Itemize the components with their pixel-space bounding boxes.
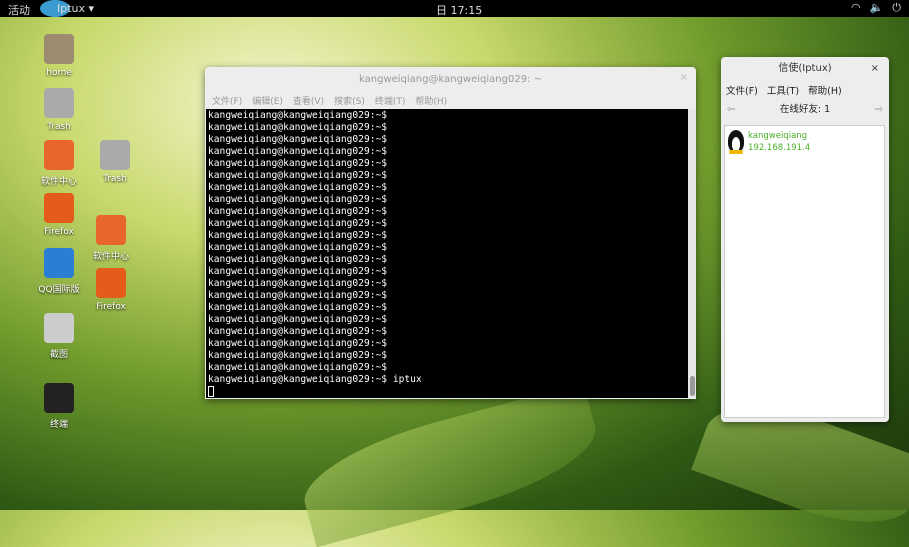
- desktop-icon[interactable]: 软件中心: [29, 140, 89, 187]
- peer-ip: 192.168.191.4: [748, 143, 811, 153]
- terminal-line: kangweiqiang@kangweiqiang029:~$: [208, 218, 388, 229]
- penguin-icon: [728, 130, 744, 154]
- desktop-icon-label: Trash: [47, 122, 71, 132]
- desktop-icon[interactable]: Trash: [85, 140, 145, 184]
- terminal-line: kangweiqiang@kangweiqiang029:~$: [208, 170, 388, 181]
- scrollbar[interactable]: [688, 109, 696, 398]
- power-icon[interactable]: ⏻: [892, 1, 901, 15]
- desktop-icon[interactable]: Trash: [29, 88, 89, 132]
- clock[interactable]: 日 17:15: [436, 2, 482, 18]
- desktop-icon[interactable]: 软件中心: [81, 215, 141, 262]
- terminal-line: kangweiqiang@kangweiqiang029:~$ iptux: [208, 374, 422, 385]
- terminal-window: kangweiqiang@kangweiqiang029: ~ × 文件(F) 编…: [205, 67, 696, 399]
- app-menu[interactable]: Iptux ▾: [57, 2, 94, 15]
- desktop-icon[interactable]: Firefox: [29, 193, 89, 237]
- desktop-icon-label: Firefox: [44, 227, 74, 237]
- terminal-line: kangweiqiang@kangweiqiang029:~$: [208, 266, 388, 277]
- menu-item[interactable]: 帮助(H): [415, 94, 447, 107]
- trash-icon: [100, 140, 130, 170]
- firefox-icon: [44, 193, 74, 223]
- volume-icon[interactable]: 🔈: [870, 1, 884, 15]
- wifi-icon[interactable]: ◠: [851, 1, 861, 15]
- desktop-icon-label: 截图: [49, 350, 68, 360]
- peer-item[interactable]: kangweiqiang 192.168.191.4: [725, 126, 884, 158]
- terminal-line: kangweiqiang@kangweiqiang029:~$: [208, 254, 388, 265]
- home-icon: [44, 34, 74, 64]
- online-count: 在线好友: 1: [779, 104, 831, 115]
- desktop-icon-label: home: [46, 68, 72, 78]
- menu-item[interactable]: 文件(F): [726, 83, 758, 97]
- terminal-line: kangweiqiang@kangweiqiang029:~$: [208, 146, 388, 157]
- desktop-icon[interactable]: 终端: [29, 383, 89, 430]
- -icon: [44, 313, 74, 343]
- menu-item[interactable]: 帮助(H): [808, 83, 842, 97]
- desktop-icon[interactable]: QQ国际版: [29, 248, 89, 295]
- terminal-line: kangweiqiang@kangweiqiang029:~$: [208, 302, 388, 313]
- peer-list: kangweiqiang 192.168.191.4: [724, 125, 885, 418]
- terminal-line: kangweiqiang@kangweiqiang029:~$: [208, 110, 388, 121]
- -icon: [96, 215, 126, 245]
- -icon: [44, 383, 74, 413]
- trash-icon: [44, 88, 74, 118]
- peer-name: kangweiqiang: [748, 131, 808, 141]
- desktop-icon-label: Trash: [103, 174, 127, 184]
- window-title: kangweiqiang@kangweiqiang029: ~: [359, 74, 542, 85]
- terminal-line: kangweiqiang@kangweiqiang029:~$: [208, 290, 388, 301]
- desktop-icon[interactable]: Firefox: [81, 268, 141, 312]
- terminal-line: kangweiqiang@kangweiqiang029:~$: [208, 122, 388, 133]
- iptux-window: 信使(Iptux) × 文件(F) 工具(T) 帮助(H) ⇦ 在线好友: 1 ⇨ …: [721, 57, 889, 422]
- qq-icon: [44, 248, 74, 278]
- terminal-line: kangweiqiang@kangweiqiang029:~$: [208, 350, 388, 361]
- -icon: [44, 140, 74, 170]
- window-title: 信使(Iptux): [778, 63, 832, 74]
- firefox-icon: [96, 268, 126, 298]
- terminal-line: kangweiqiang@kangweiqiang029:~$: [208, 134, 388, 145]
- terminal-line: kangweiqiang@kangweiqiang029:~$: [208, 242, 388, 253]
- menu-bar: 文件(F) 编辑(E) 查看(V) 搜索(S) 终端(T) 帮助(H): [205, 92, 696, 108]
- desktop-icon-label: 终端: [49, 420, 68, 430]
- desktop-icon[interactable]: 截图: [29, 313, 89, 360]
- terminal-line: kangweiqiang@kangweiqiang029:~$: [208, 278, 388, 289]
- arrow-left-icon[interactable]: ⇦: [727, 99, 735, 121]
- terminal-line: kangweiqiang@kangweiqiang029:~$: [208, 158, 388, 169]
- terminal-line: kangweiqiang@kangweiqiang029:~$: [208, 194, 388, 205]
- terminal-output[interactable]: kangweiqiang@kangweiqiang029:~$ kangweiqi…: [206, 109, 688, 398]
- activities-button[interactable]: 活动: [8, 2, 30, 18]
- menu-item[interactable]: 工具(T): [767, 83, 799, 97]
- desktop-icon-label: QQ国际版: [38, 285, 80, 295]
- menu-item[interactable]: 文件(F): [212, 94, 242, 107]
- desktop-icon-label: Firefox: [96, 302, 126, 312]
- desktop-icon-label: 软件中心: [40, 177, 77, 187]
- terminal-line: kangweiqiang@kangweiqiang029:~$: [208, 314, 388, 325]
- menu-bar: 文件(F) 工具(T) 帮助(H): [721, 81, 889, 99]
- desktop-icon[interactable]: home: [29, 34, 89, 78]
- terminal-line: kangweiqiang@kangweiqiang029:~$: [208, 326, 388, 337]
- terminal-line: kangweiqiang@kangweiqiang029:~$: [208, 362, 388, 373]
- desktop-icon-label: 软件中心: [92, 252, 129, 262]
- top-bar: 活动 Iptux ▾ 日 17:15 ◠ 🔈 ⏻: [0, 0, 909, 17]
- terminal-line: kangweiqiang@kangweiqiang029:~$: [208, 206, 388, 217]
- menu-item[interactable]: 编辑(E): [252, 94, 283, 107]
- menu-item[interactable]: 查看(V): [293, 94, 324, 107]
- close-icon[interactable]: ×: [871, 63, 879, 74]
- close-icon[interactable]: ×: [680, 72, 688, 83]
- terminal-line: kangweiqiang@kangweiqiang029:~$: [208, 338, 388, 349]
- terminal-line: kangweiqiang@kangweiqiang029:~$: [208, 182, 388, 193]
- menu-item[interactable]: 搜索(S): [334, 94, 365, 107]
- terminal-line: kangweiqiang@kangweiqiang029:~$: [208, 230, 388, 241]
- menu-item[interactable]: 终端(T): [375, 94, 406, 107]
- arrow-right-icon[interactable]: ⇨: [875, 99, 883, 121]
- cursor: [208, 386, 214, 397]
